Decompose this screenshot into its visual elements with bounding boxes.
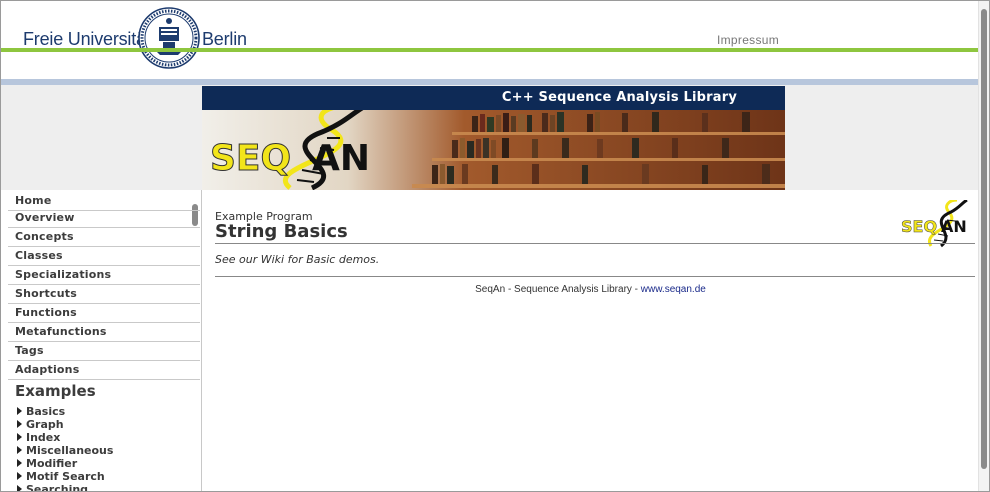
sidebar-item-label: Metafunctions bbox=[15, 325, 107, 338]
university-name-left: Freie Universität bbox=[23, 29, 151, 49]
example-item-label: Miscellaneous bbox=[26, 444, 114, 457]
example-item-label: Motif Search bbox=[26, 470, 105, 483]
sidebar-item-tags[interactable]: Tags bbox=[8, 342, 200, 361]
page-footer: SeqAn - Sequence Analysis Library - www.… bbox=[202, 284, 979, 295]
seqan-logo-icon: SEQ AN bbox=[901, 200, 968, 248]
seqan-website-link[interactable]: www.seqan.de bbox=[641, 284, 706, 295]
sidebar-item-label: Overview bbox=[15, 211, 75, 224]
header-accent-line bbox=[1, 48, 979, 52]
page: Freie Universität Berlin Impressum C++ S… bbox=[0, 0, 990, 492]
examples-heading: Examples bbox=[15, 382, 96, 400]
triangle-right-icon bbox=[17, 407, 22, 415]
page-title: String Basics bbox=[215, 221, 348, 242]
svg-text:SEQ: SEQ bbox=[210, 138, 291, 179]
triangle-right-icon bbox=[17, 420, 22, 428]
sidebar-item-label: Home bbox=[15, 194, 52, 207]
footer-divider bbox=[215, 276, 975, 277]
triangle-right-icon bbox=[17, 485, 22, 491]
sidebar-item-label: Concepts bbox=[15, 230, 74, 243]
sidebar-item-label: Shortcuts bbox=[15, 287, 77, 300]
banner-title-bar: C++ Sequence Analysis Library bbox=[202, 86, 785, 110]
triangle-right-icon bbox=[17, 446, 22, 454]
sidebar-item-classes[interactable]: Classes bbox=[8, 247, 200, 266]
banner-title: C++ Sequence Analysis Library bbox=[501, 90, 737, 105]
sidebar-item-concepts[interactable]: Concepts bbox=[8, 228, 200, 247]
sidebar-item-label: Tags bbox=[15, 344, 44, 357]
wiki-note: See our Wiki for Basic demos. bbox=[215, 253, 379, 266]
example-item-label: Graph bbox=[26, 418, 64, 431]
seqan-banner: C++ Sequence Analysis Library SEQ AN bbox=[202, 86, 785, 190]
sidebar-item-label: Classes bbox=[15, 249, 63, 262]
sidebar-item-metafunctions[interactable]: Metafunctions bbox=[8, 323, 200, 342]
title-divider bbox=[215, 243, 975, 244]
page-scrollbar[interactable] bbox=[978, 1, 989, 491]
sidebar-item-specializations[interactable]: Specializations bbox=[8, 266, 200, 285]
triangle-right-icon bbox=[17, 433, 22, 441]
sidebar-navigation: Home Overview Concepts Classes Specializ… bbox=[1, 190, 202, 492]
sidebar-item-functions[interactable]: Functions bbox=[8, 304, 200, 323]
sidebar-item-label: Specializations bbox=[15, 268, 112, 281]
triangle-right-icon bbox=[17, 472, 22, 480]
university-name-right: Berlin bbox=[202, 29, 247, 49]
example-item-label: Modifier bbox=[26, 457, 78, 470]
wiki-link[interactable]: Wiki bbox=[261, 253, 284, 266]
university-seal-icon[interactable] bbox=[138, 7, 200, 69]
footer-text: SeqAn - Sequence Analysis Library - bbox=[475, 284, 641, 295]
example-item-label: Basics bbox=[26, 405, 66, 418]
library-bookshelf-image: SEQ AN bbox=[202, 110, 785, 190]
triangle-right-icon bbox=[17, 459, 22, 467]
wiki-note-prefix: See our bbox=[215, 253, 261, 266]
svg-text:AN: AN bbox=[312, 138, 370, 179]
sidebar-item-label: Adaptions bbox=[15, 363, 80, 376]
sidebar-item-adaptions[interactable]: Adaptions bbox=[8, 361, 200, 380]
main-content: Example Program String Basics SEQ AN See… bbox=[202, 190, 979, 491]
page-scrollbar-thumb[interactable] bbox=[981, 9, 987, 469]
university-header: Freie Universität Berlin Impressum bbox=[1, 1, 979, 85]
sidebar-item-overview[interactable]: Overview bbox=[8, 209, 200, 228]
sidebar-item-label: Functions bbox=[15, 306, 77, 319]
example-item-label: Searching bbox=[26, 483, 89, 492]
svg-text:AN: AN bbox=[941, 217, 967, 236]
wiki-note-suffix: for Basic demos. bbox=[284, 253, 380, 266]
impressum-link[interactable]: Impressum bbox=[717, 33, 779, 47]
svg-text:SEQ: SEQ bbox=[901, 217, 937, 236]
sidebar-item-shortcuts[interactable]: Shortcuts bbox=[8, 285, 200, 304]
example-item-label: Index bbox=[26, 431, 61, 444]
